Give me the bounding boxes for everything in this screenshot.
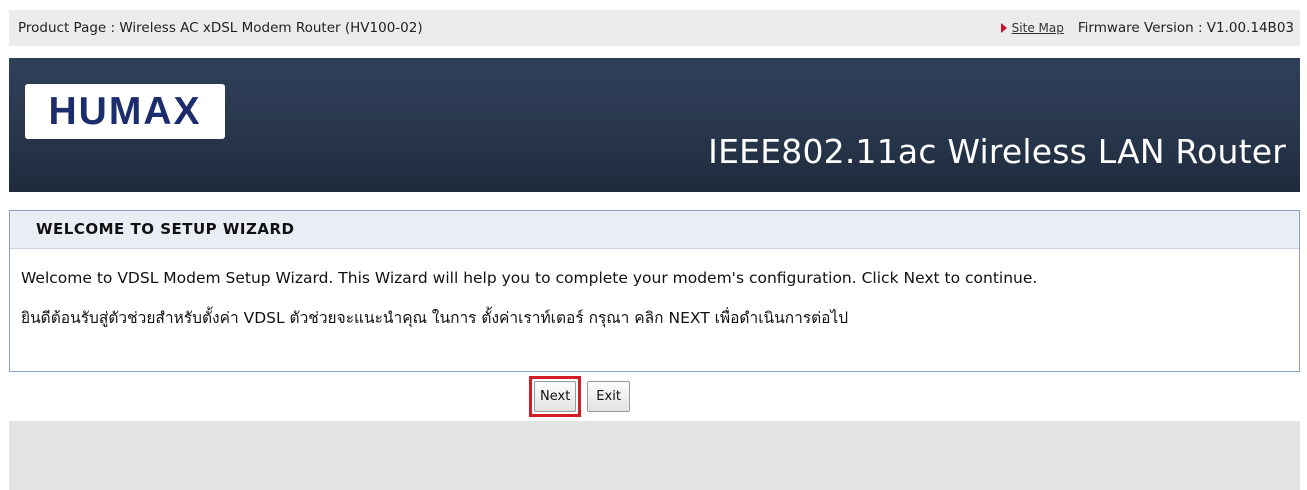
panel-title: WELCOME TO SETUP WIZARD	[10, 211, 1299, 249]
product-title: IEEE802.11ac Wireless LAN Router	[708, 132, 1286, 171]
firmware-version: Firmware Version : V1.00.14B03	[1077, 20, 1294, 36]
logo-text: HUMAX	[48, 89, 202, 133]
top-info-bar: Product Page : Wireless AC xDSL Modem Ro…	[9, 10, 1300, 46]
product-page-label: Product Page : Wireless AC xDSL Modem Ro…	[18, 20, 423, 36]
footer-area	[9, 421, 1300, 490]
site-map-link[interactable]: Site Map	[1012, 21, 1064, 35]
topbar-right: Site Map Firmware Version : V1.00.14B03	[1000, 20, 1294, 36]
welcome-text-thai: ยินดีต้อนรับสู่ตัวช่วยสำหรับตั้งค่า VDSL…	[21, 309, 849, 327]
panel-body: Welcome to VDSL Modem Setup Wizard. This…	[10, 249, 1299, 330]
arrow-right-icon	[1000, 23, 1007, 33]
wizard-buttons: Next Exit	[529, 376, 630, 417]
humax-logo: HUMAX	[25, 84, 225, 139]
next-button[interactable]: Next	[534, 381, 577, 412]
welcome-text-english: Welcome to VDSL Modem Setup Wizard. This…	[21, 269, 1038, 287]
next-button-highlight: Next	[529, 376, 582, 417]
exit-button[interactable]: Exit	[587, 381, 630, 412]
header-banner: HUMAX IEEE802.11ac Wireless LAN Router	[9, 58, 1300, 192]
setup-wizard-panel: WELCOME TO SETUP WIZARD Welcome to VDSL …	[9, 210, 1300, 372]
